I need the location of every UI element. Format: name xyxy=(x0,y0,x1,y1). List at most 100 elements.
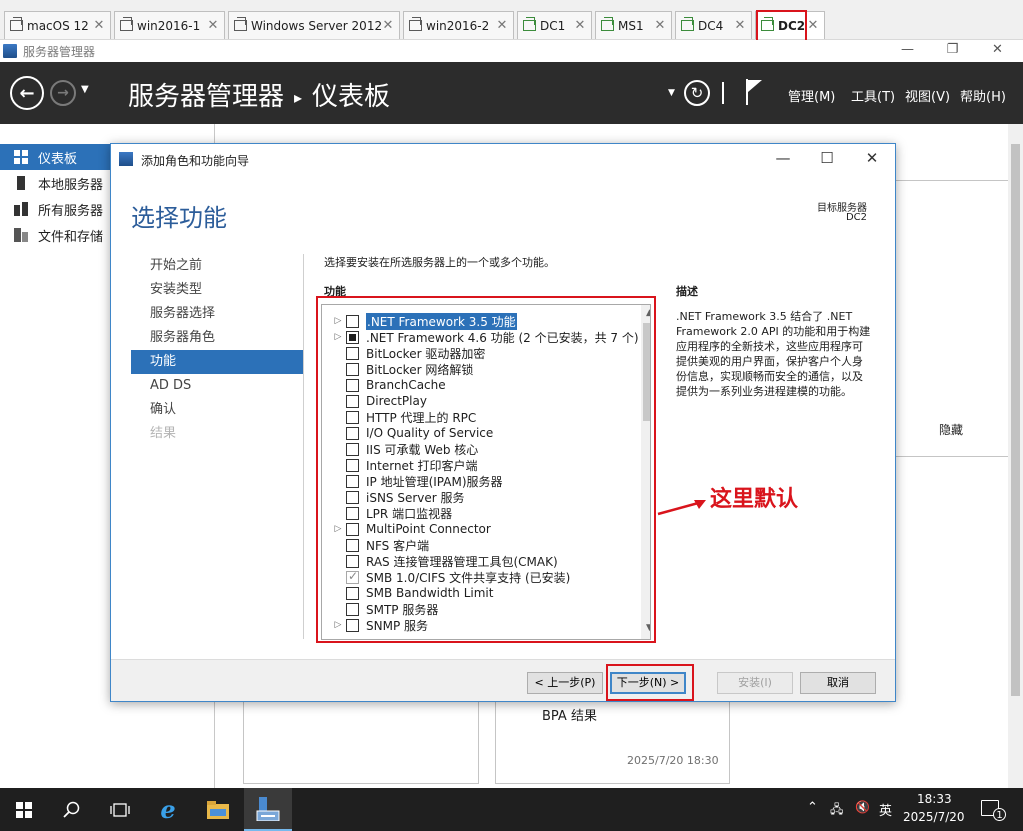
feature-row[interactable]: SMB Bandwidth Limit xyxy=(322,585,640,601)
wizard-maximize-button[interactable]: ☐ xyxy=(812,149,842,167)
close-icon[interactable]: ✕ xyxy=(806,18,820,33)
feature-checkbox[interactable] xyxy=(346,378,359,392)
feature-row[interactable]: SMB 1.0/CIFS 文件共享支持 (已安装) xyxy=(322,569,640,585)
scroll-up-icon[interactable]: ▲ xyxy=(641,308,650,318)
vm-tab-ms1[interactable]: MS1 ✕ xyxy=(595,11,672,39)
forward-arrow-icon[interactable]: → xyxy=(50,80,76,106)
vm-tab-dc4[interactable]: DC4 ✕ xyxy=(675,11,752,39)
notification-dropdown-icon[interactable]: ▼ xyxy=(668,88,675,98)
step-installation-type[interactable]: 安装类型 xyxy=(131,278,303,302)
feature-row[interactable]: BranchCache xyxy=(322,377,640,393)
feature-row[interactable]: iSNS Server 服务 xyxy=(322,489,640,505)
step-server-roles[interactable]: 服务器角色 xyxy=(131,326,303,350)
step-server-selection[interactable]: 服务器选择 xyxy=(131,302,303,326)
server-manager-taskbar-icon[interactable] xyxy=(244,788,292,831)
hide-link[interactable]: 隐藏 xyxy=(939,421,963,438)
windows-start-icon[interactable] xyxy=(0,788,48,831)
feature-checkbox[interactable] xyxy=(346,602,359,616)
step-confirmation[interactable]: 确认 xyxy=(131,398,303,422)
network-icon[interactable]: 🖧 xyxy=(830,800,843,821)
feature-row[interactable]: IP 地址管理(IPAM)服务器 xyxy=(322,473,640,489)
features-scrollbar[interactable]: ▲ ▼ xyxy=(641,305,650,639)
volume-muted-icon[interactable]: 🔇 xyxy=(855,800,870,814)
feature-checkbox[interactable] xyxy=(346,410,359,424)
sidebar-item-file-storage[interactable]: 文件和存储 xyxy=(0,222,110,248)
sidebar-item-all-servers[interactable]: 所有服务器 xyxy=(0,196,110,222)
scrollbar-thumb[interactable] xyxy=(643,323,650,421)
feature-row[interactable]: IIS 可承载 Web 核心 xyxy=(322,441,640,457)
feature-checkbox[interactable] xyxy=(346,490,359,504)
refresh-icon[interactable]: ↻ xyxy=(684,80,710,106)
feature-checkbox[interactable] xyxy=(346,538,359,552)
feature-checkbox[interactable] xyxy=(346,362,359,376)
feature-row[interactable]: NFS 客户端 xyxy=(322,537,640,553)
expand-arrow-icon[interactable]: ▷ xyxy=(332,524,344,534)
feature-row[interactable]: DirectPlay xyxy=(322,393,640,409)
feature-checkbox[interactable] xyxy=(346,586,359,600)
menu-manage[interactable]: 管理(M) xyxy=(788,86,835,105)
vm-tab-dc1[interactable]: DC1 ✕ xyxy=(517,11,592,39)
internet-explorer-icon[interactable]: e xyxy=(144,788,192,831)
wizard-minimize-button[interactable]: — xyxy=(768,149,798,167)
ime-indicator[interactable]: 英 xyxy=(879,800,892,819)
expand-arrow-icon[interactable]: ▷ xyxy=(332,332,344,342)
feature-checkbox[interactable] xyxy=(346,458,359,472)
vm-tab-win2016-2[interactable]: win2016-2 ✕ xyxy=(403,11,514,39)
close-icon[interactable]: ✕ xyxy=(573,18,587,33)
tile-bpa-label[interactable]: BPA 结果 xyxy=(542,705,597,724)
scrollbar-thumb[interactable] xyxy=(1011,144,1020,696)
close-icon[interactable]: ✕ xyxy=(381,18,395,33)
feature-row[interactable]: BitLocker 网络解锁 xyxy=(322,361,640,377)
feature-checkbox[interactable] xyxy=(346,442,359,456)
feature-row[interactable]: BitLocker 驱动器加密 xyxy=(322,345,640,361)
feature-checkbox[interactable] xyxy=(346,618,359,632)
next-button[interactable]: 下一步(N) > xyxy=(610,672,686,694)
feature-row[interactable]: ▷ MultiPoint Connector xyxy=(322,521,640,537)
feature-row[interactable]: SMTP 服务器 xyxy=(322,601,640,617)
feature-row[interactable]: I/O Quality of Service xyxy=(322,425,640,441)
clock-time[interactable]: 18:33 xyxy=(917,792,952,806)
minimize-button[interactable]: — xyxy=(885,40,930,60)
page-scrollbar[interactable] xyxy=(1008,124,1023,788)
close-icon[interactable]: ✕ xyxy=(495,18,509,33)
cancel-button[interactable]: 取消 xyxy=(800,672,876,694)
feature-checkbox[interactable] xyxy=(346,330,359,344)
close-button[interactable]: ✕ xyxy=(975,40,1020,60)
menu-tools[interactable]: 工具(T) xyxy=(851,86,895,105)
sidebar-item-dashboard[interactable]: 仪表板 xyxy=(0,144,110,170)
expand-arrow-icon[interactable]: ▷ xyxy=(332,620,344,630)
vm-tab-dc2[interactable]: DC2 ✕ xyxy=(755,11,825,39)
feature-checkbox[interactable] xyxy=(346,554,359,568)
close-icon[interactable]: ✕ xyxy=(733,18,747,33)
feature-row[interactable]: ▷ .NET Framework 3.5 功能 xyxy=(322,312,640,330)
feature-checkbox[interactable] xyxy=(346,506,359,520)
search-icon[interactable] xyxy=(48,788,96,831)
step-before-you-begin[interactable]: 开始之前 xyxy=(131,254,303,278)
clock-date[interactable]: 2025/7/20 xyxy=(903,810,965,824)
step-ad-ds[interactable]: AD DS xyxy=(131,374,303,398)
feature-row[interactable]: HTTP 代理上的 RPC xyxy=(322,409,640,425)
wizard-close-button[interactable]: ✕ xyxy=(857,149,887,167)
task-view-icon[interactable] xyxy=(96,788,144,831)
close-icon[interactable]: ✕ xyxy=(92,18,106,33)
feature-checkbox[interactable] xyxy=(346,474,359,488)
feature-checkbox[interactable] xyxy=(346,394,359,408)
feature-row[interactable]: Internet 打印客户端 xyxy=(322,457,640,473)
feature-row[interactable]: RAS 连接管理器管理工具包(CMAK) xyxy=(322,553,640,569)
vm-tab-win2016-1[interactable]: win2016-1 ✕ xyxy=(114,11,225,39)
menu-help[interactable]: 帮助(H) xyxy=(960,86,1006,105)
close-icon[interactable]: ✕ xyxy=(653,18,667,33)
restore-button[interactable]: ❐ xyxy=(930,40,975,60)
flag-icon[interactable] xyxy=(745,79,763,105)
show-hidden-icons[interactable]: ⌃ xyxy=(807,800,818,815)
close-icon[interactable]: ✕ xyxy=(206,18,220,33)
step-features[interactable]: 功能 xyxy=(131,350,303,374)
feature-row[interactable]: ▷ .NET Framework 4.6 功能 (2 个已安装，共 7 个) xyxy=(322,329,640,345)
vm-tab-windows-server-2012[interactable]: Windows Server 2012 ✕ xyxy=(228,11,400,39)
sidebar-item-local-server[interactable]: 本地服务器 xyxy=(0,170,110,196)
previous-button[interactable]: < 上一步(P) xyxy=(527,672,603,694)
feature-row[interactable]: ▷ SNMP 服务 xyxy=(322,617,640,633)
feature-checkbox[interactable] xyxy=(346,314,359,328)
breadcrumb-root[interactable]: 服务器管理器 xyxy=(128,82,284,112)
scroll-down-icon[interactable]: ▼ xyxy=(641,623,650,633)
